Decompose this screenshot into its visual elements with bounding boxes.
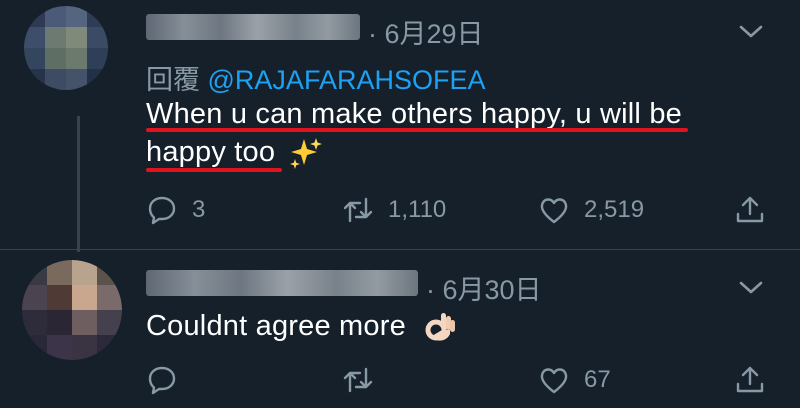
like-count: 2,519: [584, 196, 645, 223]
heart-icon: [540, 368, 568, 394]
reply-icon: [148, 366, 176, 395]
share-icon: [736, 196, 764, 223]
thread-line: [77, 116, 80, 252]
tweet-text-line-2-wrap: happy too: [146, 136, 323, 170]
avatar-pixelated[interactable]: [22, 260, 122, 360]
heart-icon: [540, 198, 568, 224]
ok-hand-emoji: [425, 313, 456, 341]
highlight-underline-2: [146, 168, 282, 172]
user-name-blurred[interactable]: [146, 14, 360, 40]
tweet-text-line-1: When u can make others happy, u will be: [146, 98, 682, 130]
tweet-text-line-2: happy too: [146, 136, 276, 168]
sparkles-emoji: [290, 138, 323, 170]
retweet-icon: [343, 197, 373, 223]
tweet-date[interactable]: · 6月30日: [426, 268, 542, 307]
chevron-down-icon[interactable]: [738, 24, 764, 40]
like-button[interactable]: 2,519: [538, 190, 644, 230]
reply-mention-link[interactable]: @RAJAFARAHSOFEA: [208, 65, 486, 95]
share-button[interactable]: [734, 190, 766, 230]
reply-label: 回覆: [146, 65, 200, 95]
chevron-down-icon[interactable]: [738, 280, 764, 296]
reply-icon: [148, 196, 176, 225]
share-button[interactable]: [734, 360, 766, 400]
retweet-count: 1,110: [388, 196, 447, 223]
tweet-text-wrap: Couldnt agree more: [146, 310, 456, 344]
reply-to-line: 回覆 @RAJAFARAHSOFEA: [146, 58, 485, 97]
highlight-underline-1: [146, 128, 688, 132]
tweet-actions: 67: [146, 360, 786, 400]
reply-button[interactable]: 3: [146, 190, 205, 230]
share-icon: [736, 366, 764, 393]
retweet-icon: [343, 367, 373, 393]
reply-count: 3: [192, 196, 206, 223]
like-button[interactable]: 67: [538, 360, 611, 400]
reply-button[interactable]: [146, 360, 192, 400]
like-count: 67: [584, 366, 611, 393]
avatar-pixelated[interactable]: [24, 6, 108, 90]
retweet-button[interactable]: [342, 360, 388, 400]
tweet-date[interactable]: · 6月29日: [368, 12, 484, 51]
tweet-actions: 3 1,110 2,519: [146, 190, 786, 230]
retweet-button[interactable]: 1,110: [342, 190, 446, 230]
tweet-2[interactable]: · 6月30日 Couldnt agree more 67: [0, 250, 800, 408]
tweet-text: Couldnt agree more: [146, 310, 406, 342]
user-name-blurred[interactable]: [146, 270, 418, 296]
tweet-1[interactable]: · 6月29日 回覆 @RAJAFARAHSOFEA When u can ma…: [0, 0, 800, 252]
